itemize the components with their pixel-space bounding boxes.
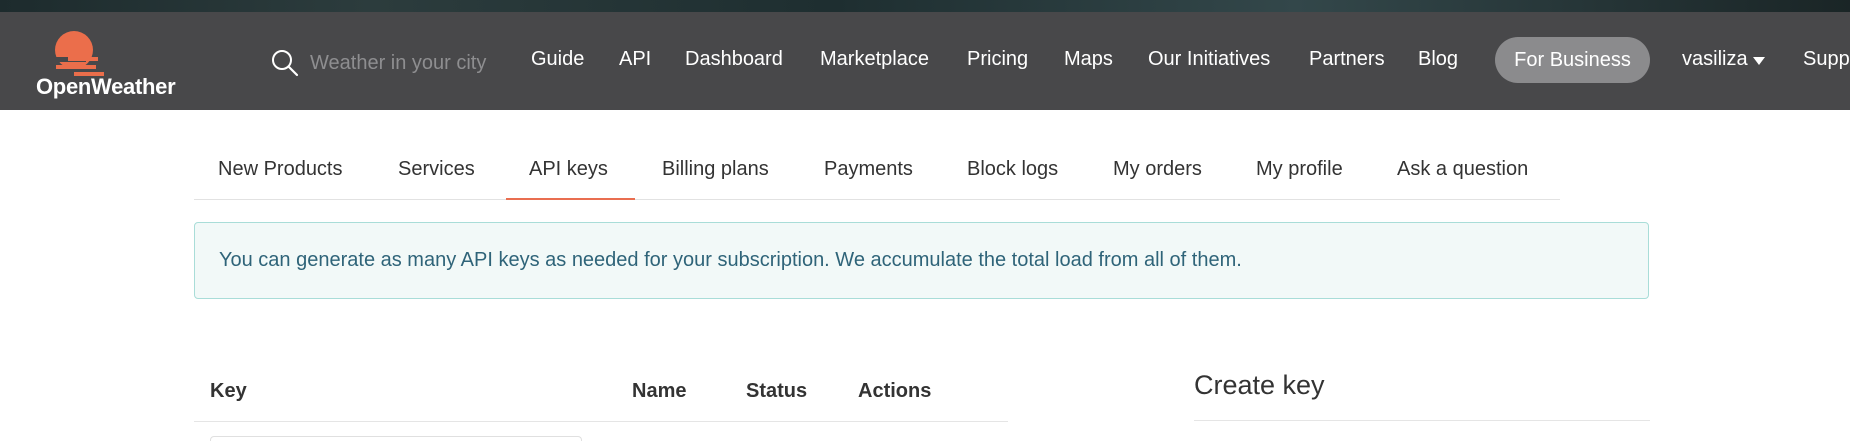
- nav-partners[interactable]: Partners: [1309, 48, 1385, 71]
- nav-our-initiatives[interactable]: Our Initiatives: [1148, 48, 1270, 71]
- tab-my-orders[interactable]: My orders: [1113, 158, 1202, 200]
- tab-block-logs[interactable]: Block logs: [967, 158, 1058, 200]
- logo-wordmark: OpenWeather: [36, 74, 176, 99]
- openweather-logo[interactable]: OpenWeather: [36, 30, 186, 100]
- header-background-image: [0, 0, 1850, 12]
- nav-maps[interactable]: Maps: [1064, 48, 1113, 71]
- for-business-button[interactable]: For Business: [1495, 37, 1650, 83]
- nav-guide[interactable]: Guide: [531, 48, 584, 71]
- column-key: Key: [210, 380, 247, 402]
- tab-my-profile[interactable]: My profile: [1256, 158, 1343, 200]
- column-status: Status: [746, 380, 808, 402]
- create-key-heading: Create key: [1194, 370, 1325, 400]
- tab-services[interactable]: Services: [398, 158, 475, 200]
- sun-logo-icon: [46, 31, 104, 76]
- key-value-field[interactable]: [210, 436, 582, 441]
- account-tabs: New Products Services API keys Billing p…: [194, 150, 1560, 200]
- nav-dashboard[interactable]: Dashboard: [685, 48, 783, 71]
- nav-support[interactable]: Supp: [1803, 48, 1850, 71]
- search-icon[interactable]: [270, 48, 300, 78]
- tab-payments[interactable]: Payments: [824, 158, 913, 200]
- tab-billing-plans[interactable]: Billing plans: [662, 158, 769, 200]
- user-menu-dropdown[interactable]: vasiliza: [1682, 48, 1766, 71]
- nav-api[interactable]: API: [619, 48, 651, 71]
- column-name: Name: [632, 380, 687, 402]
- api-keys-table-header: Key Name Status Actions: [194, 365, 1008, 422]
- caret-down-icon: [1752, 57, 1765, 65]
- tab-new-products[interactable]: New Products: [218, 158, 343, 200]
- column-actions: Actions: [858, 380, 932, 402]
- active-tab-indicator: [506, 198, 635, 200]
- nav-blog[interactable]: Blog: [1418, 48, 1458, 71]
- create-key-divider: [1194, 420, 1650, 421]
- nav-pricing[interactable]: Pricing: [967, 48, 1028, 71]
- nav-marketplace[interactable]: Marketplace: [820, 48, 929, 71]
- top-navigation-bar: OpenWeather Guide API Dashboard Marketpl…: [0, 12, 1850, 110]
- tab-api-keys[interactable]: API keys: [529, 158, 608, 200]
- user-name: vasiliza: [1682, 48, 1748, 70]
- city-search-input[interactable]: [308, 50, 508, 76]
- search-box: [270, 46, 508, 80]
- tab-ask-a-question[interactable]: Ask a question: [1397, 158, 1528, 200]
- info-alert: You can generate as many API keys as nee…: [194, 222, 1649, 299]
- alert-message: You can generate as many API keys as nee…: [219, 249, 1242, 271]
